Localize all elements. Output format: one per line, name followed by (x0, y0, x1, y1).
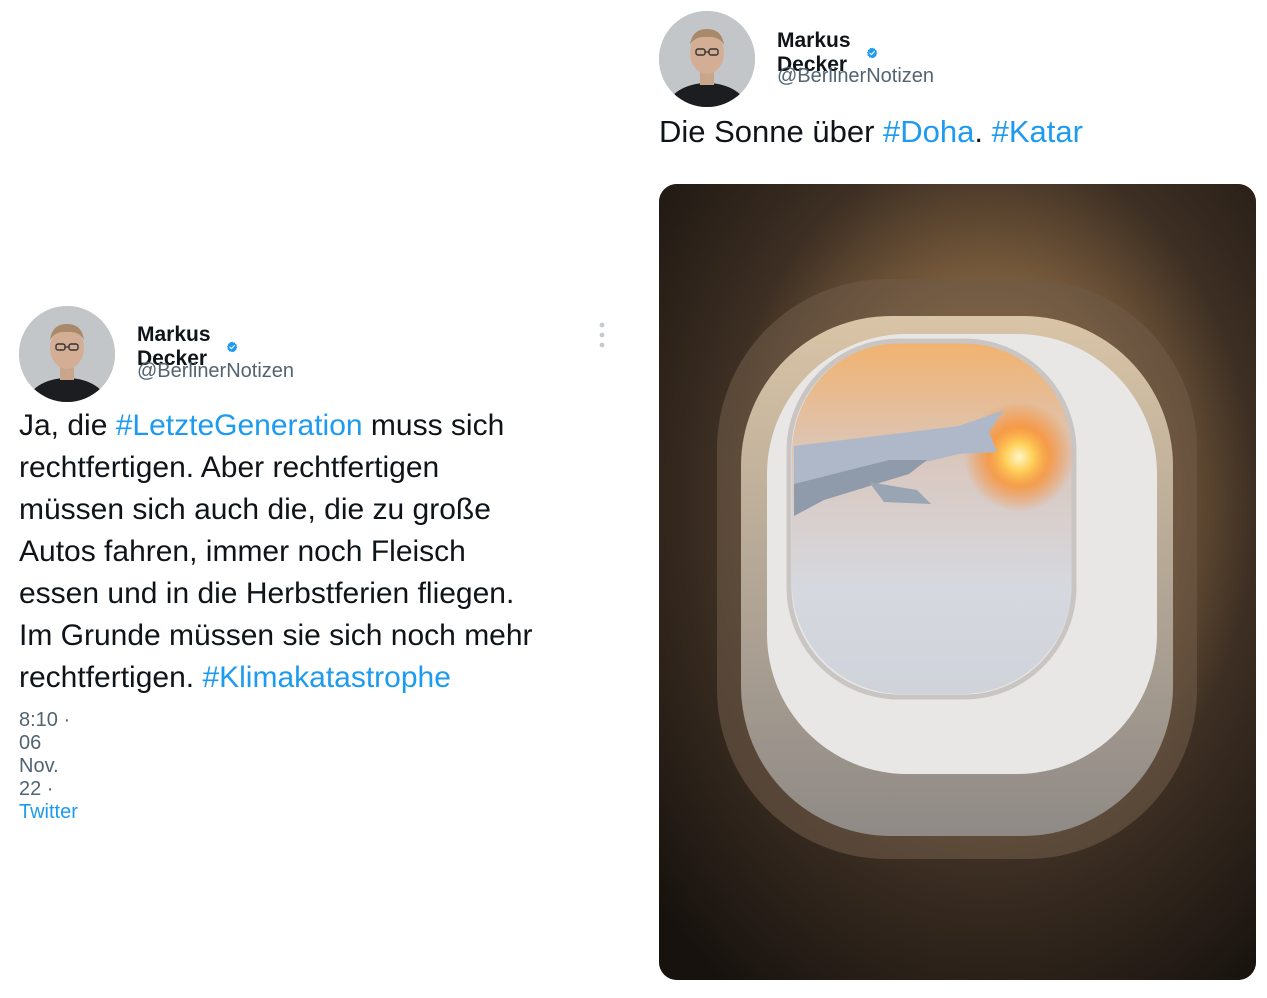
tweet-text-line: Autos fahren, immer noch Fleisch (19, 531, 619, 573)
person-avatar-icon (19, 306, 115, 402)
person-avatar-icon (659, 11, 755, 107)
tweet-text-right: Die Sonne über #Doha. #Katar (659, 112, 1083, 152)
tweet-text-segment: müssen sich auch die, die zu große (19, 493, 491, 526)
tweet-text-line: Ja, die #LetzteGeneration muss sich (19, 405, 619, 447)
tweet-meta-left: 8:10 · 06 Nov. 22 · Twitter (19, 709, 78, 824)
tweet-text-segment: Die Sonne über (659, 114, 884, 149)
hashtag-link[interactable]: #Klimakatastrophe (202, 661, 450, 694)
tweet-text-segment: essen und in die Herbstferien fliegen. (19, 577, 515, 610)
tweet-photo[interactable] (659, 184, 1256, 980)
meta-separator: · (41, 778, 54, 800)
hashtag-link[interactable]: #LetzteGeneration (116, 409, 363, 442)
airplane-window-sunset-photo (659, 184, 1256, 980)
tweet-text-left: Ja, die #LetzteGeneration muss sich recht… (19, 405, 619, 699)
tweet-text-segment: Im Grunde müssen sie sich noch mehr (19, 619, 533, 652)
hashtag-katar[interactable]: #Katar (992, 114, 1083, 149)
avatar-right[interactable] (659, 11, 755, 107)
author-handle-left[interactable]: @BerlinerNotizen (137, 360, 294, 383)
tweet-text-segment: rechtfertigen. Aber rechtfertigen (19, 451, 440, 484)
avatar-left[interactable] (19, 306, 115, 402)
tweet-text-segment: Ja, die (19, 409, 116, 442)
tweet-text-segment: muss sich (362, 409, 505, 442)
hashtag-doha[interactable]: #Doha (883, 114, 974, 149)
tweet-text-line: rechtfertigen. #Klimakatastrophe (19, 657, 619, 699)
tweet-text-segment: rechtfertigen. (19, 661, 203, 694)
tweet-text-line: essen und in die Herbstferien fliegen. (19, 573, 619, 615)
tweet-time[interactable]: 8:10 (19, 709, 58, 731)
verified-badge-icon (867, 47, 878, 59)
tweet-source[interactable]: Twitter (19, 801, 78, 823)
tweet-text-segment: . (974, 114, 992, 149)
tweet-text-segment: Autos fahren, immer noch Fleisch (19, 535, 466, 568)
tweet-text-line: müssen sich auch die, die zu große (19, 489, 619, 531)
more-options-icon[interactable] (598, 321, 606, 349)
tweet-text-line: rechtfertigen. Aber rechtfertigen (19, 447, 619, 489)
author-handle-right[interactable]: @BerlinerNotizen (777, 65, 934, 88)
meta-separator: · (57, 709, 71, 731)
verified-badge-icon (227, 341, 238, 353)
tweet-text-line: Im Grunde müssen sie sich noch mehr (19, 615, 619, 657)
